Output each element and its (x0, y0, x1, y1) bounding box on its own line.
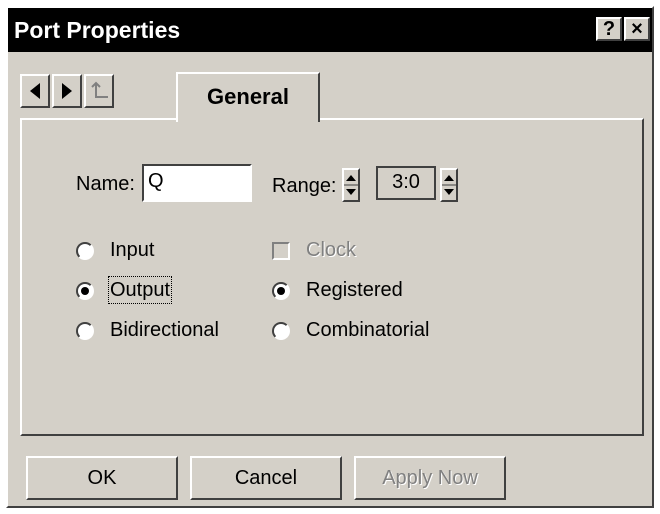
parent-button[interactable] (84, 74, 114, 108)
arrow-right-icon (62, 83, 72, 99)
bidirectional-label: Bidirectional (110, 319, 219, 341)
clock-label: Clock (306, 239, 357, 261)
range-start-spinner[interactable] (342, 168, 360, 202)
help-button[interactable]: ? (596, 17, 622, 41)
output-label: Output (107, 276, 173, 304)
general-panel: Name: Q Range: 3:0 Input Output Bidirect… (20, 118, 644, 436)
name-field[interactable]: Q (142, 164, 252, 202)
input-label: Input (110, 239, 155, 261)
registered-label: Registered (306, 279, 403, 301)
close-button[interactable]: × (624, 17, 650, 41)
arrow-left-icon (30, 83, 40, 99)
clock-checkbox[interactable] (272, 242, 290, 260)
window-title: Port Properties (14, 17, 181, 43)
next-page-button[interactable] (52, 74, 82, 108)
spin-arrows-icon (344, 175, 358, 195)
previous-page-button[interactable] (20, 74, 50, 108)
range-label: Range: (272, 175, 337, 197)
cancel-button[interactable]: Cancel (190, 456, 342, 500)
range-end-spinner[interactable] (440, 168, 458, 202)
name-label: Name: (76, 173, 135, 195)
combinatorial-label: Combinatorial (306, 319, 430, 341)
output-radio[interactable] (76, 282, 94, 300)
radio-selected-dot (81, 287, 89, 295)
input-radio[interactable] (76, 242, 94, 260)
ok-button[interactable]: OK (26, 456, 178, 500)
spin-arrows-icon (442, 175, 456, 195)
port-properties-dialog: Port Properties ? × General Name: Q Rang… (6, 6, 654, 508)
apply-now-button[interactable]: Apply Now (354, 456, 506, 500)
bidirectional-radio[interactable] (76, 322, 94, 340)
tab-general[interactable]: General (176, 72, 320, 122)
combinatorial-radio[interactable] (272, 322, 290, 340)
title-bar[interactable]: Port Properties ? × (8, 8, 652, 52)
parent-up-icon (91, 81, 108, 98)
radio-selected-dot (277, 287, 285, 295)
registered-radio[interactable] (272, 282, 290, 300)
range-value[interactable]: 3:0 (376, 166, 436, 200)
